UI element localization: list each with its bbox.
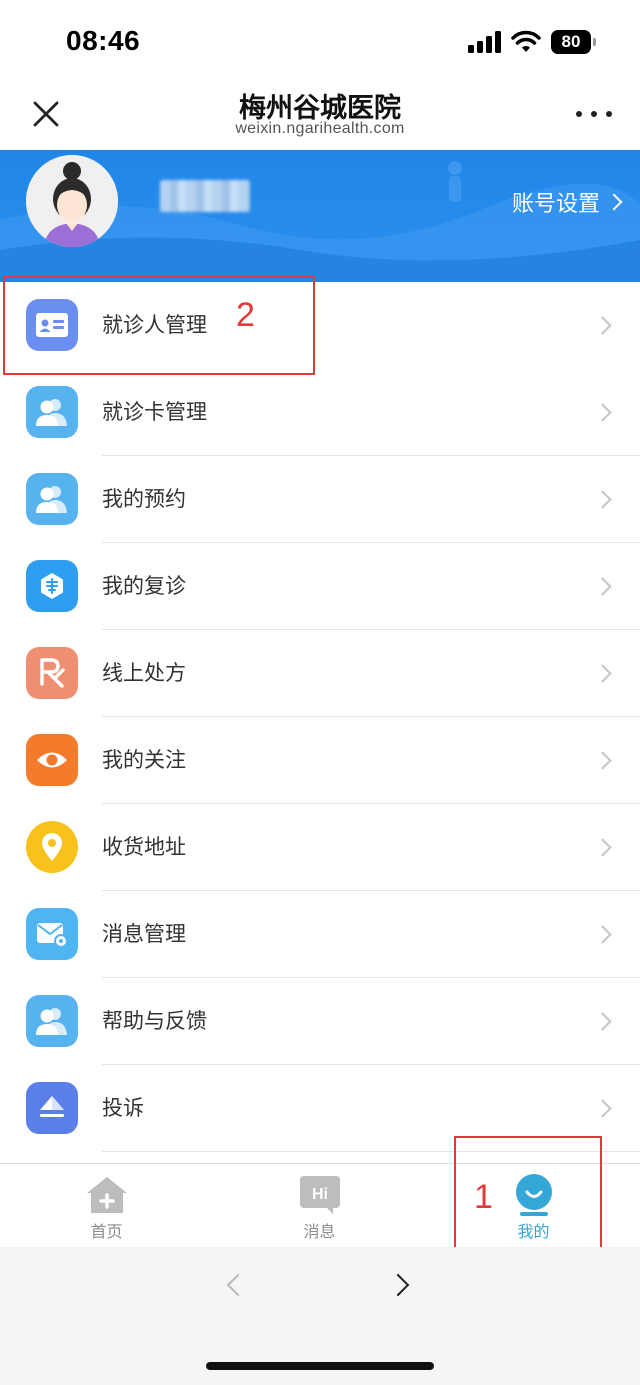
eye-icon [26,734,78,786]
complaint-icon [26,1082,78,1134]
chevron-right-icon [593,316,612,335]
avatar-icon [26,155,118,247]
nav-bar: 梅州谷城医院 weixin.ngarihealth.com [0,80,640,150]
annotation-box-2 [3,276,315,375]
chevron-right-icon [593,751,612,770]
chevron-right-icon [593,664,612,683]
wifi-icon [511,30,541,52]
prescription-icon [26,647,78,699]
back-arrow-icon[interactable] [226,1273,250,1297]
users-icon [26,995,78,1047]
menu-item-label: 线上处方 [102,661,186,685]
tab-home[interactable]: 首页 [0,1164,213,1248]
cellular-signal-icon [468,31,501,53]
menu-item-label: 我的预约 [102,487,186,511]
chevron-right-icon [593,1099,612,1118]
users-icon [26,473,78,525]
battery-level: 80 [551,30,591,54]
forward-arrow-icon[interactable] [386,1273,410,1297]
chevron-right-icon [593,403,612,422]
mail-icon [26,908,78,960]
battery-icon: 80 [551,30,597,54]
menu-item-message-management[interactable]: 消息管理 [0,891,640,978]
chevron-right-icon [593,490,612,509]
menu-item-online-prescription[interactable]: 线上处方 [0,630,640,717]
battery-tip [593,38,596,46]
menu-item-label: 消息管理 [102,922,186,946]
menu-item-card-management[interactable]: 就诊卡管理 [0,369,640,456]
more-icon[interactable] [576,100,612,128]
menu-item-label: 投诉 [102,1096,144,1120]
revisit-icon [26,560,78,612]
message-icon: Hi [298,1174,342,1216]
menu-item-shipping-address[interactable]: 收货地址 [0,804,640,891]
chevron-right-icon [593,577,612,596]
avatar[interactable] [26,155,118,247]
tab-messages[interactable]: Hi 消息 [213,1164,426,1248]
tab-label: 消息 [303,1222,336,1241]
menu-list: 就诊人管理 就诊卡管理 我的预约 我的复诊 线上处方 我的关注 收货地址 消息管… [0,282,640,1152]
account-settings-link[interactable]: 账号设置 [511,186,623,218]
status-time: 08:46 [66,25,141,56]
menu-item-my-follows[interactable]: 我的关注 [0,717,640,804]
chevron-right-icon [593,925,612,944]
more-dot [606,111,612,117]
menu-item-label: 我的关注 [102,748,186,772]
menu-item-my-appointments[interactable]: 我的预约 [0,456,640,543]
chevron-right-icon [593,838,612,857]
menu-item-label: 我的复诊 [102,574,186,598]
annotation-number-1: 1 [474,1178,493,1216]
more-dot [591,111,597,117]
tab-label: 首页 [90,1222,123,1241]
profile-header: 账号设置 [0,150,640,282]
menu-item-label: 收货地址 [102,835,186,859]
menu-item-label: 帮助与反馈 [102,1009,207,1033]
account-settings-label: 账号设置 [511,192,600,217]
message-icon-text: Hi [312,1186,328,1203]
home-icon [85,1174,129,1216]
username-blurred [160,180,250,212]
more-dot [576,111,582,117]
menu-item-label: 就诊卡管理 [102,400,207,424]
users-icon [26,386,78,438]
chevron-right-icon [605,193,623,211]
page-url: weixin.ngarihealth.com [235,120,405,137]
chevron-right-icon [593,1012,612,1031]
menu-item-help-feedback[interactable]: 帮助与反馈 [0,978,640,1065]
home-indicator[interactable] [206,1362,434,1370]
annotation-number-2: 2 [236,296,255,334]
location-pin-icon [26,821,78,873]
browser-toolbar [0,1247,640,1385]
menu-item-my-revisit[interactable]: 我的复诊 [0,543,640,630]
status-bar: 08:46 80 [0,0,640,80]
